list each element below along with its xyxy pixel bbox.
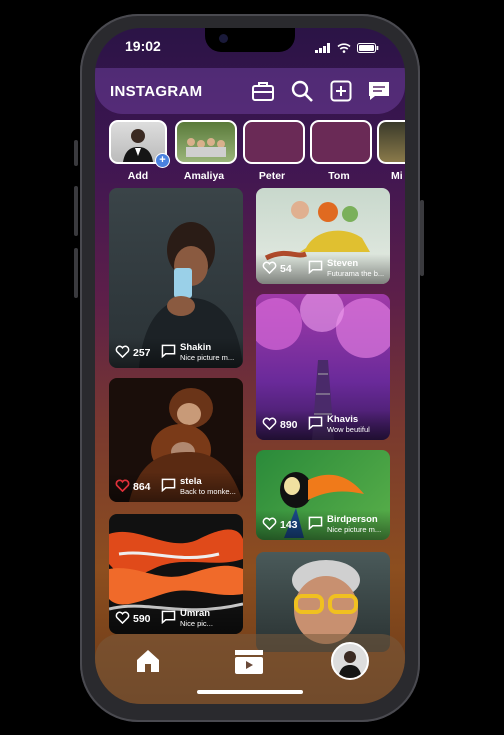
story-avatar (175, 120, 237, 164)
like-button[interactable]: 54 (262, 261, 308, 277)
comment-icon[interactable] (161, 344, 176, 363)
like-button[interactable]: 590 (115, 611, 161, 627)
like-count: 257 (133, 347, 151, 359)
story-avatar (310, 120, 372, 164)
post-username[interactable]: Khavis (327, 415, 370, 425)
like-button[interactable]: 864 (115, 479, 161, 495)
heart-icon (115, 611, 130, 627)
like-count: 590 (133, 613, 151, 625)
post-card-khavis[interactable]: 890 Khavis Wow beutiful (256, 294, 390, 440)
story-peter[interactable]: Peter (243, 120, 305, 182)
heart-icon (262, 261, 277, 277)
post-meta: 864 stela Back to monke... (109, 472, 243, 502)
like-count: 143 (280, 519, 298, 531)
like-count: 864 (133, 481, 151, 493)
story-name: Amaliya (183, 170, 225, 182)
post-meta: 890 Khavis Wow beutiful (256, 410, 390, 440)
signal-icon (315, 40, 331, 58)
story-avatar (243, 120, 305, 164)
like-count: 54 (280, 263, 292, 275)
briefcase-icon[interactable] (250, 78, 276, 104)
story-amaliya[interactable]: Amaliya (175, 120, 237, 182)
wifi-icon (337, 40, 351, 58)
post-card-umran[interactable]: 590 Umran Nice pic... (109, 514, 243, 634)
post-caption: Nice picture m... (180, 353, 235, 362)
story-name: Peter (258, 170, 286, 182)
story-name: Add (127, 170, 149, 182)
story-tom[interactable]: Tom (310, 120, 372, 182)
comment-icon[interactable] (308, 260, 323, 279)
stories-row: + Add Amaliya Peter Tom Mi (109, 120, 405, 182)
status-time: 19:02 (125, 38, 161, 54)
post-username[interactable]: Steven (327, 259, 384, 269)
post-username[interactable]: stela (180, 477, 236, 487)
post-card-steven[interactable]: 54 Steven Futurama the b... (256, 188, 390, 284)
post-caption: Futurama the b... (327, 269, 385, 278)
story-name: Tom (328, 170, 350, 182)
power-button (420, 200, 424, 276)
post-card-shakin[interactable]: 257 Shakin Nice picture m... (109, 188, 243, 368)
post-caption: Nice picture m... (327, 525, 382, 534)
post-meta: 257 Shakin Nice picture m... (109, 338, 243, 368)
volume-up-button (74, 186, 78, 236)
reels-icon[interactable] (233, 648, 265, 681)
heart-icon (262, 517, 277, 533)
like-button[interactable]: 257 (115, 345, 161, 361)
comment-icon[interactable] (308, 516, 323, 535)
search-icon[interactable] (289, 78, 315, 104)
post-username[interactable]: Shakin (180, 343, 234, 353)
post-caption: Back to monke... (180, 487, 236, 496)
comment-icon[interactable] (161, 478, 176, 497)
heart-icon (262, 417, 277, 433)
post-meta: 54 Steven Futurama the b... (256, 254, 390, 284)
volume-down-button (74, 248, 78, 298)
app-header: INSTAGRAM (95, 68, 405, 114)
post-card-stela[interactable]: 864 stela Back to monke... (109, 378, 243, 502)
heart-filled-icon (115, 479, 130, 495)
profile-avatar[interactable] (331, 642, 369, 680)
add-story-icon[interactable]: + (155, 153, 170, 168)
home-indicator (197, 690, 303, 694)
like-count: 890 (280, 419, 298, 431)
post-caption: Nice pic... (180, 619, 213, 628)
post-username[interactable]: Birdperson (327, 515, 381, 525)
post-caption: Wow beutiful (327, 425, 370, 434)
story-avatar (377, 120, 405, 164)
heart-icon (115, 345, 130, 361)
like-button[interactable]: 890 (262, 417, 308, 433)
post-username[interactable]: Umran (180, 609, 213, 619)
post-meta: 143 Birdperson Nice picture m... (256, 510, 390, 540)
story-add[interactable]: + Add (109, 120, 170, 182)
comment-icon[interactable] (308, 416, 323, 435)
story-mi[interactable]: Mi (377, 120, 405, 182)
app-title: INSTAGRAM (110, 83, 203, 100)
messages-icon[interactable] (366, 78, 392, 104)
post-card-birdperson[interactable]: 143 Birdperson Nice picture m... (256, 450, 390, 540)
like-button[interactable]: 143 (262, 517, 308, 533)
status-bar: 19:02 (95, 38, 405, 58)
home-icon[interactable] (135, 648, 161, 679)
battery-icon (357, 40, 379, 58)
mute-switch (74, 140, 78, 166)
comment-icon[interactable] (161, 610, 176, 629)
app-screen: INSTAGRAM 19:02 + Add Amaliya Peter Tom … (95, 28, 405, 704)
story-name: Mi (391, 170, 403, 182)
add-post-icon[interactable] (328, 78, 354, 104)
post-meta: 590 Umran Nice pic... (109, 604, 243, 634)
